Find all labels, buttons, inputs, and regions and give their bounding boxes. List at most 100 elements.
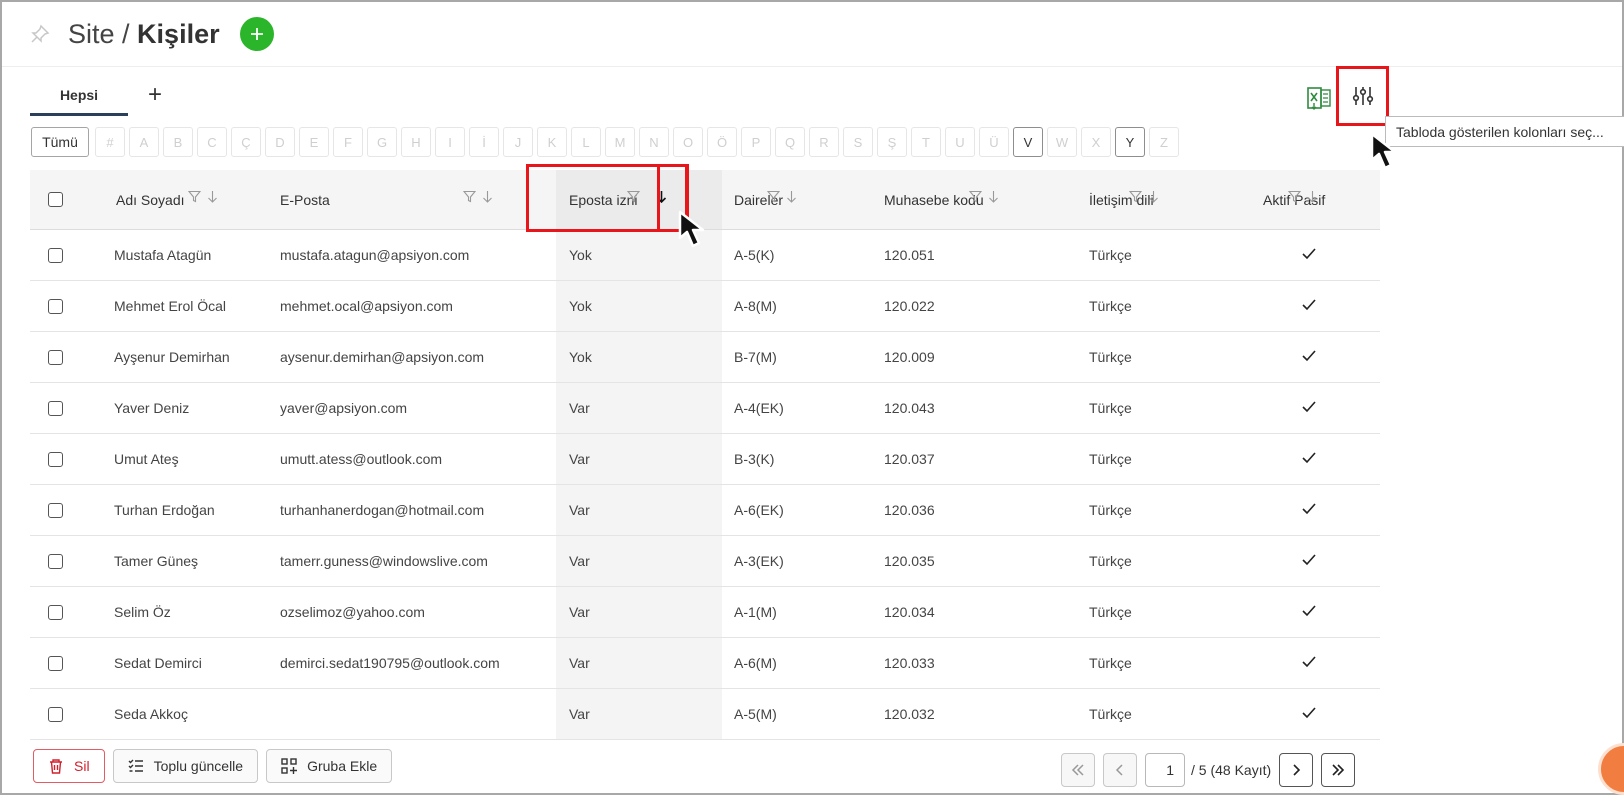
table-row[interactable]: Selim Öz ozselimoz@yahoo.com Var A-1(M) 120.…: [30, 587, 1380, 638]
excel-export-icon[interactable]: [1305, 84, 1333, 112]
filter-icon[interactable]: [1128, 190, 1143, 208]
sort-arrow-icon[interactable]: [1148, 190, 1159, 208]
cell-apartments: A-5(M): [734, 706, 777, 722]
letter-filter[interactable]: Z: [1149, 127, 1179, 157]
letter-filter[interactable]: N: [639, 127, 669, 157]
table-row[interactable]: Mehmet Erol Öcal mehmet.ocal@apsiyon.com Y…: [30, 281, 1380, 332]
sort-arrow-icon[interactable]: [482, 190, 493, 208]
letter-filter[interactable]: U: [945, 127, 975, 157]
table-row[interactable]: Turhan Erdoğan turhanhanerdogan@hotmail.c…: [30, 485, 1380, 536]
cell-name: Yaver Deniz: [114, 400, 190, 416]
pin-icon[interactable]: [30, 24, 50, 44]
breadcrumb-site[interactable]: Site: [68, 19, 115, 49]
letter-filter[interactable]: J: [503, 127, 533, 157]
prev-page-button[interactable]: [1103, 753, 1137, 787]
row-checkbox[interactable]: [47, 655, 63, 671]
letter-filter[interactable]: G: [367, 127, 397, 157]
column-header-name[interactable]: Adı Soyadı: [116, 192, 185, 208]
cell-email: mustafa.atagun@apsiyon.com: [280, 247, 470, 263]
table-row[interactable]: Sedat Demirci demirci.sedat190795@outlook…: [30, 638, 1380, 689]
row-checkbox[interactable]: [47, 553, 63, 569]
row-checkbox[interactable]: [47, 604, 63, 620]
tab-all[interactable]: Hepsi: [30, 80, 128, 116]
add-to-group-button[interactable]: Gruba Ekle: [266, 749, 393, 783]
letter-filter[interactable]: Ç: [231, 127, 261, 157]
cell-language: Türkçe: [1089, 400, 1132, 416]
row-checkbox[interactable]: [47, 247, 63, 263]
filter-icon[interactable]: [968, 190, 983, 208]
row-checkbox[interactable]: [47, 400, 63, 416]
sort-arrow-icon[interactable]: [207, 190, 218, 208]
bulk-update-button[interactable]: Toplu güncelle: [112, 749, 259, 783]
column-header-email[interactable]: E-Posta: [280, 192, 330, 208]
delete-label: Sil: [74, 758, 90, 774]
filter-icon[interactable]: [766, 190, 781, 208]
select-all-checkbox[interactable]: [47, 192, 63, 207]
letter-filter[interactable]: Ö: [707, 127, 737, 157]
letter-filter[interactable]: Y: [1115, 127, 1145, 157]
page-number-input[interactable]: 1: [1145, 753, 1185, 787]
letter-filter[interactable]: E: [299, 127, 329, 157]
add-person-button[interactable]: [239, 17, 274, 51]
letter-filter[interactable]: T: [911, 127, 941, 157]
filter-icon[interactable]: [187, 190, 202, 208]
delete-button[interactable]: Sil: [33, 749, 105, 783]
letter-filter[interactable]: Ü: [979, 127, 1009, 157]
row-checkbox[interactable]: [47, 298, 63, 314]
checkmark-icon: [1301, 553, 1316, 569]
sort-arrow-icon[interactable]: [656, 190, 667, 208]
filter-icon[interactable]: [1287, 190, 1302, 208]
letter-filter[interactable]: K: [537, 127, 567, 157]
table-actions: Sil Toplu güncelle Gruba Ekle: [33, 749, 393, 783]
table-row[interactable]: Yaver Deniz yaver@apsiyon.com Var A-4(EK) 12…: [30, 383, 1380, 434]
next-page-button[interactable]: [1279, 753, 1314, 787]
checkmark-icon: [1301, 400, 1316, 416]
add-tab-button[interactable]: +: [148, 80, 162, 109]
letter-filter[interactable]: S: [843, 127, 873, 157]
cell-language: Türkçe: [1089, 349, 1132, 365]
sort-arrow-icon[interactable]: [988, 190, 999, 208]
trash-icon: [50, 759, 62, 774]
chevron-right-icon: [1293, 764, 1301, 776]
letter-filter-all[interactable]: Tümü: [31, 127, 89, 157]
letter-filter[interactable]: #: [95, 127, 125, 157]
letter-filter[interactable]: B: [163, 127, 193, 157]
letter-filter[interactable]: V: [1013, 127, 1043, 157]
letter-filter[interactable]: M: [605, 127, 635, 157]
table-row[interactable]: Tamer Güneş tamerr.guness@windowslive.com…: [30, 536, 1380, 587]
filter-icon[interactable]: [626, 190, 641, 208]
letter-filter[interactable]: O: [673, 127, 703, 157]
cell-name: Sedat Demirci: [114, 655, 202, 671]
table-row[interactable]: Mustafa Atagün mustafa.atagun@apsiyon.com…: [30, 230, 1380, 281]
letter-filter[interactable]: H: [401, 127, 431, 157]
breadcrumb-separator: /: [114, 18, 138, 49]
letter-filter[interactable]: R: [809, 127, 839, 157]
letter-filter[interactable]: X: [1081, 127, 1111, 157]
letter-filter[interactable]: A: [129, 127, 159, 157]
last-page-button[interactable]: [1321, 753, 1356, 787]
row-checkbox[interactable]: [47, 502, 63, 518]
letter-filter[interactable]: F: [333, 127, 363, 157]
cell-apartments: A-1(M): [734, 604, 777, 620]
letter-filter[interactable]: I: [435, 127, 465, 157]
column-chooser-button[interactable]: [1336, 66, 1389, 126]
row-checkbox[interactable]: [47, 706, 63, 722]
letter-filter[interactable]: Ş: [877, 127, 907, 157]
row-checkbox[interactable]: [47, 451, 63, 467]
table-row[interactable]: Seda Akkoç Var A-5(M) 120.032 Türkçe: [30, 689, 1380, 740]
filter-icon[interactable]: [462, 190, 477, 208]
row-checkbox[interactable]: [47, 349, 63, 365]
letter-filter[interactable]: C: [197, 127, 227, 157]
letter-filter[interactable]: D: [265, 127, 295, 157]
table-row[interactable]: Ayşenur Demirhan aysenur.demirhan@apsiyon…: [30, 332, 1380, 383]
letter-filter[interactable]: P: [741, 127, 771, 157]
sort-arrow-icon[interactable]: [786, 190, 797, 208]
cell-email-permission: Var: [556, 587, 722, 637]
sort-arrow-icon[interactable]: [1307, 190, 1318, 208]
letter-filter[interactable]: L: [571, 127, 601, 157]
first-page-button[interactable]: [1061, 753, 1095, 787]
letter-filter[interactable]: İ: [469, 127, 499, 157]
letter-filter[interactable]: Q: [775, 127, 805, 157]
table-row[interactable]: Umut Ateş umutt.atess@outlook.com Var B-3(K…: [30, 434, 1380, 485]
letter-filter[interactable]: W: [1047, 127, 1077, 157]
